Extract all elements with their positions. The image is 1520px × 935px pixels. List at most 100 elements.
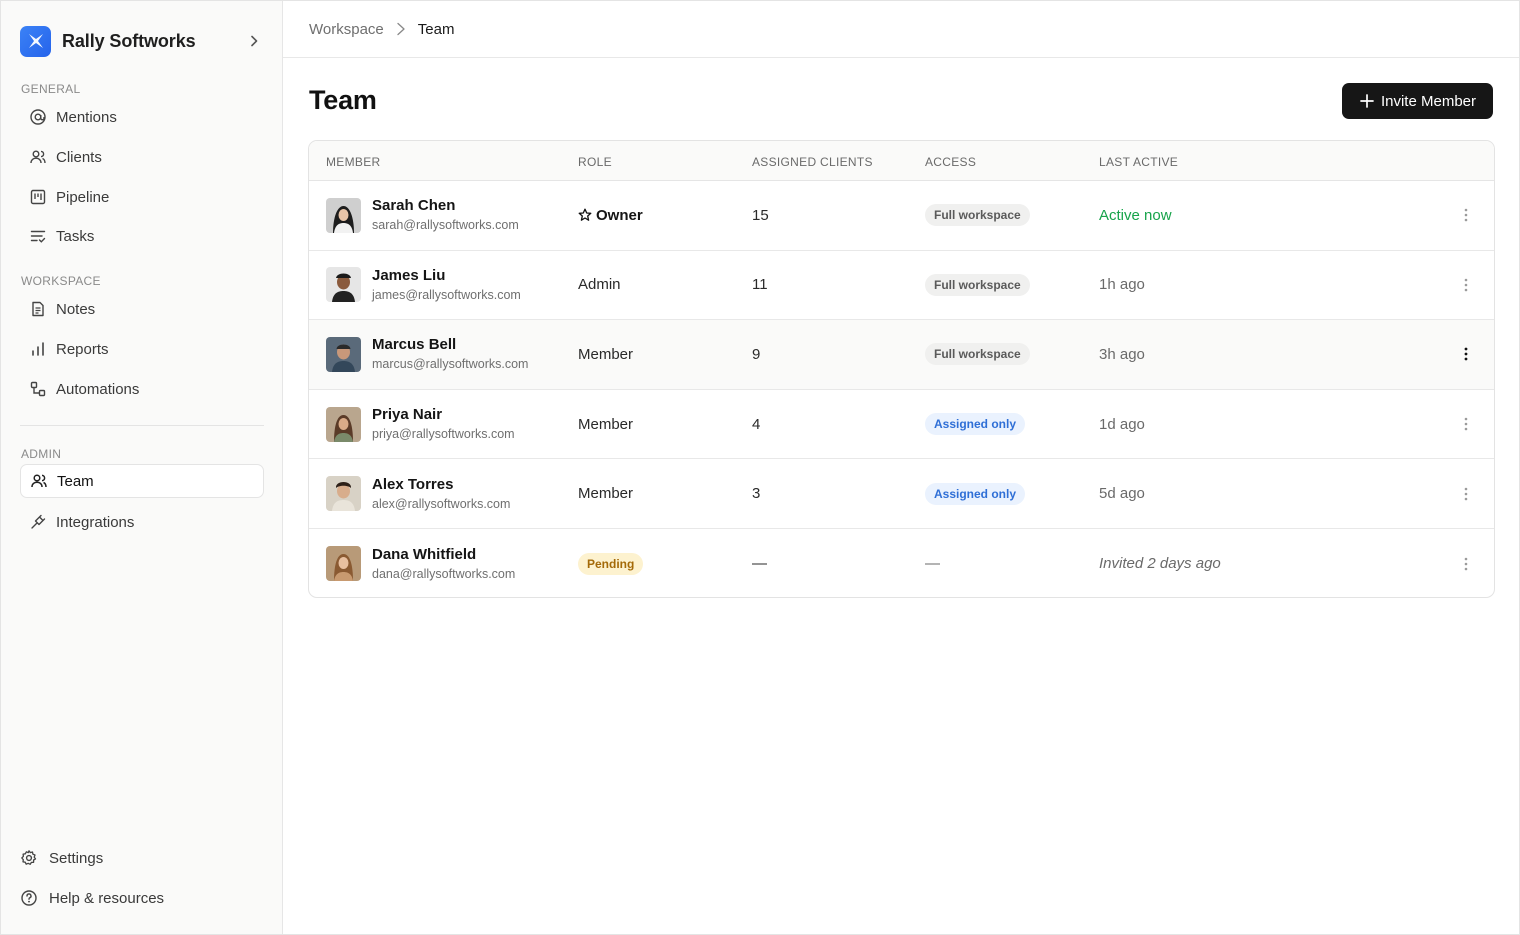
sidebar-item-label: Settings <box>49 849 104 867</box>
sidebar-item-integrations[interactable]: Integrations <box>20 505 264 539</box>
access-badge: Full workspace <box>925 343 1030 366</box>
pending-badge: Pending <box>578 552 644 575</box>
sidebar-item-reports[interactable]: Reports <box>20 332 264 366</box>
avatar <box>326 336 361 372</box>
star-icon <box>578 208 592 222</box>
table-row[interactable]: Priya Nair priya@rallysoftworks.com Memb… <box>309 390 1494 460</box>
breadcrumb-current: Team <box>417 20 455 38</box>
section-label-general: GENERAL <box>21 82 81 96</box>
chevron-right-icon <box>251 35 258 47</box>
assigned-clients-count: 15 <box>752 206 769 224</box>
workspace-switcher[interactable]: Rally Softworks <box>20 25 266 57</box>
main-content: Workspace Team Team Invite Member MEMBER… <box>283 1 1519 934</box>
sidebar-item-settings[interactable]: Settings <box>20 844 103 872</box>
bar-chart-icon <box>32 342 44 356</box>
sidebar-item-automations[interactable]: Automations <box>20 372 264 406</box>
last-active: 3h ago <box>1099 345 1145 363</box>
workflow-icon <box>30 381 46 397</box>
sidebar-item-label: Mentions <box>56 108 117 126</box>
member-name: Alex Torres <box>372 475 454 493</box>
row-menu-button[interactable] <box>1458 251 1474 320</box>
row-menu-button[interactable] <box>1458 529 1474 597</box>
more-vertical-icon <box>1464 487 1468 500</box>
avatar <box>326 406 361 442</box>
member-email: dana@rallysoftworks.com <box>372 566 516 581</box>
table-row[interactable]: Marcus Bell marcus@rallysoftworks.com Me… <box>309 320 1494 390</box>
sidebar-item-mentions[interactable]: Mentions <box>20 100 264 134</box>
avatar <box>326 197 361 233</box>
member-name: Sarah Chen <box>372 197 456 215</box>
last-active: 1h ago <box>1099 276 1145 294</box>
team-table: MEMBER ROLE ASSIGNED CLIENTS ACCESS LAST… <box>308 140 1495 598</box>
sidebar-item-label: Reports <box>56 340 109 358</box>
section-label-admin: ADMIN <box>21 447 62 461</box>
member-email: priya@rallysoftworks.com <box>372 427 515 442</box>
users-icon <box>30 150 46 164</box>
sidebar-item-label: Notes <box>56 300 96 318</box>
breadcrumb-workspace[interactable]: Workspace <box>309 21 384 38</box>
sidebar-item-help[interactable]: Help & resources <box>20 884 164 912</box>
member-name: Dana Whitfield <box>372 545 477 563</box>
sidebar-item-team[interactable]: Team <box>20 464 264 498</box>
sidebar-item-tasks[interactable]: Tasks <box>20 219 264 253</box>
row-menu-button[interactable] <box>1458 459 1474 528</box>
table-row[interactable]: Sarah Chen sarah@rallysoftworks.com Owne… <box>309 181 1494 251</box>
member-role: Member <box>578 345 634 363</box>
access-badge: Assigned only <box>925 482 1026 505</box>
member-email: james@rallysoftworks.com <box>372 287 521 302</box>
table-row[interactable]: James Liu james@rallysoftworks.com Admin… <box>309 251 1494 321</box>
plug-icon <box>31 514 46 529</box>
member-name: James Liu <box>372 266 446 284</box>
avatar <box>326 476 361 512</box>
invite-member-button[interactable]: Invite Member <box>1342 83 1493 119</box>
member-email: sarah@rallysoftworks.com <box>372 218 519 233</box>
column-header-member[interactable]: MEMBER <box>326 155 380 169</box>
row-menu-button[interactable] <box>1458 390 1474 459</box>
table-header: MEMBER ROLE ASSIGNED CLIENTS ACCESS LAST… <box>309 141 1494 181</box>
member-role: Member <box>578 415 634 433</box>
assigned-clients-count: 9 <box>752 345 761 363</box>
row-menu-button[interactable] <box>1458 320 1474 389</box>
last-active: Active now <box>1099 206 1172 224</box>
member-role: Owner <box>596 206 643 224</box>
access-badge: Assigned only <box>925 413 1026 436</box>
sidebar-item-label: Pipeline <box>56 188 110 206</box>
last-active: Invited 2 days ago <box>1099 555 1221 573</box>
sidebar-item-notes[interactable]: Notes <box>20 292 264 326</box>
gear-icon <box>21 850 37 865</box>
at-sign-icon <box>30 109 46 125</box>
row-menu-button[interactable] <box>1458 181 1474 250</box>
more-vertical-icon <box>1464 348 1468 361</box>
breadcrumb: Workspace Team <box>283 1 1519 58</box>
access-badge: Full workspace <box>925 273 1030 296</box>
sidebar-item-pipeline[interactable]: Pipeline <box>20 180 264 214</box>
member-role: Member <box>578 485 634 503</box>
member-email: alex@rallysoftworks.com <box>372 496 511 511</box>
assigned-clients-count: 3 <box>752 485 761 503</box>
plus-icon <box>1360 94 1374 108</box>
assigned-clients-count: — <box>752 555 767 573</box>
sidebar-item-clients[interactable]: Clients <box>20 140 264 174</box>
sidebar-item-label: Integrations <box>56 513 135 531</box>
column-header-assigned-clients[interactable]: ASSIGNED CLIENTS <box>752 155 873 169</box>
member-name: Marcus Bell <box>372 336 457 354</box>
column-header-last-active[interactable]: LAST ACTIVE <box>1099 155 1178 169</box>
users-icon <box>31 474 47 488</box>
list-check-icon <box>30 230 46 243</box>
avatar <box>326 267 361 303</box>
sidebar-item-label: Tasks <box>56 227 95 245</box>
app-window: Rally Softworks GENERAL Mentions Clients… <box>0 0 1520 935</box>
more-vertical-icon <box>1464 557 1468 571</box>
table-row[interactable]: Dana Whitfield dana@rallysoftworks.com P… <box>309 529 1494 597</box>
table-row[interactable]: Alex Torres alex@rallysoftworks.com Memb… <box>309 459 1494 529</box>
sidebar-item-label: Team <box>57 472 94 490</box>
column-header-access[interactable]: ACCESS <box>925 155 976 169</box>
member-name: Priya Nair <box>372 406 443 424</box>
avatar <box>326 546 361 582</box>
brand-name: Rally Softworks <box>62 30 196 51</box>
column-header-role[interactable]: ROLE <box>578 155 612 169</box>
sidebar-item-label: Automations <box>56 380 140 398</box>
help-circle-icon <box>21 890 37 906</box>
more-vertical-icon <box>1464 417 1468 431</box>
access-value: — <box>925 555 940 573</box>
